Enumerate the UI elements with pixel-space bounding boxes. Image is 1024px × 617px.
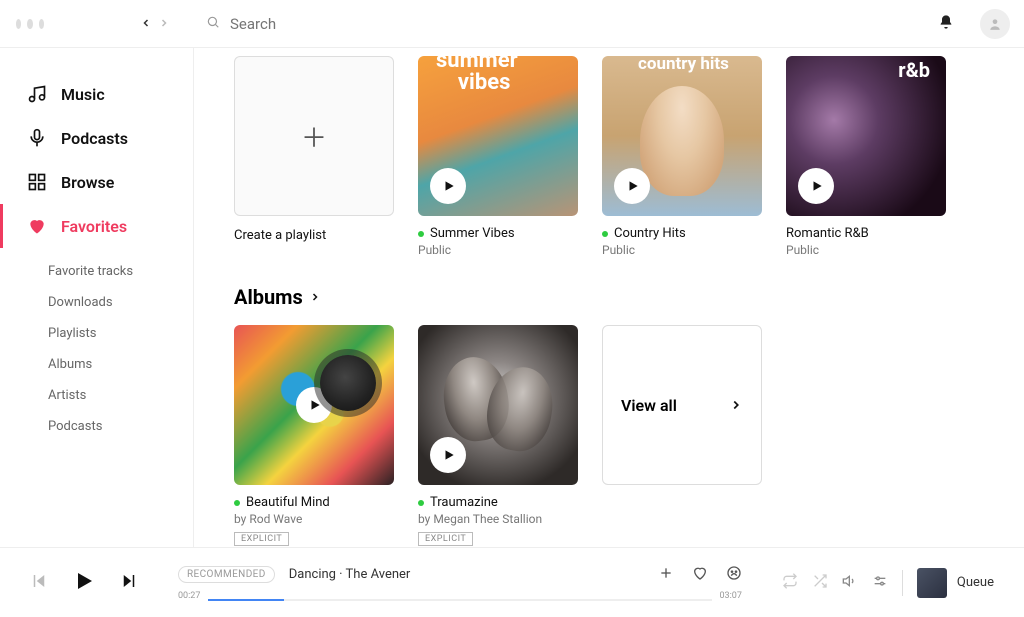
nav-favorites[interactable]: Favorites <box>0 204 193 248</box>
view-all-label: View all <box>621 396 677 415</box>
playlist-title: Romantic R&B <box>786 226 869 241</box>
search-icon <box>206 14 220 33</box>
nav-podcasts[interactable]: Podcasts <box>0 116 193 160</box>
separator <box>902 570 903 596</box>
user-avatar[interactable] <box>980 9 1010 39</box>
next-track-button[interactable] <box>120 572 138 594</box>
online-dot-icon <box>602 231 608 237</box>
create-playlist-card[interactable]: ＋ Create a playlist <box>234 56 394 257</box>
online-dot-icon <box>418 500 424 506</box>
nav-music-label: Music <box>61 85 105 104</box>
play-button[interactable] <box>296 387 332 423</box>
content: ＋ Create a playlist Summer Vibes Public … <box>194 48 1024 547</box>
sub-favorite-tracks[interactable]: Favorite tracks <box>48 256 193 287</box>
play-button[interactable] <box>430 168 466 204</box>
playlist-subtitle: Public <box>602 243 762 257</box>
play-pause-button[interactable] <box>72 569 96 597</box>
album-artist: by Rod Wave <box>234 512 394 526</box>
playlist-art <box>602 56 762 216</box>
sub-artists[interactable]: Artists <box>48 380 193 411</box>
shuffle-button[interactable] <box>812 573 828 593</box>
dislike-track-button[interactable] <box>726 565 742 585</box>
sub-playlists[interactable]: Playlists <box>48 318 193 349</box>
album-title: Traumazine <box>430 495 498 510</box>
queue-button[interactable]: Queue <box>917 568 994 598</box>
play-button[interactable] <box>614 168 650 204</box>
nav-music[interactable]: Music <box>0 72 193 116</box>
create-playlist-label: Create a playlist <box>234 228 326 243</box>
album-card[interactable]: Beautiful Mind by Rod Wave EXPLICIT <box>234 325 394 546</box>
chevron-right-icon <box>729 398 743 412</box>
topbar <box>0 0 1024 48</box>
playlist-card[interactable]: Summer Vibes Public <box>418 56 578 257</box>
player-bar: RECOMMENDED Dancing · The Avener 00:27 0… <box>0 547 1024 617</box>
album-artist: by Megan Thee Stallion <box>418 512 578 526</box>
repeat-button[interactable] <box>782 573 798 593</box>
nav-browse-label: Browse <box>61 173 114 192</box>
nav-favorites-label: Favorites <box>61 217 127 236</box>
sidebar: Music Podcasts Browse Favorites Favorite… <box>0 48 194 547</box>
seek-bar[interactable] <box>208 599 711 601</box>
explicit-badge: EXPLICIT <box>418 532 473 546</box>
play-button[interactable] <box>430 437 466 473</box>
search-wrapper[interactable] <box>190 14 926 33</box>
volume-button[interactable] <box>842 573 858 593</box>
like-track-button[interactable] <box>692 565 708 585</box>
playlist-art <box>418 56 578 216</box>
playlist-card[interactable]: Country Hits Public <box>602 56 762 257</box>
albums-header-label: Albums <box>234 285 303 309</box>
favorites-sublist: Favorite tracks Downloads Playlists Albu… <box>0 248 193 442</box>
albums-row: Beautiful Mind by Rod Wave EXPLICIT Trau… <box>234 325 984 546</box>
sub-podcasts[interactable]: Podcasts <box>48 411 193 442</box>
recommended-badge: RECOMMENDED <box>178 566 275 583</box>
album-title: Beautiful Mind <box>246 495 330 510</box>
album-art <box>234 325 394 485</box>
playlist-card[interactable]: Romantic R&B Public <box>786 56 946 257</box>
settings-button[interactable] <box>872 573 888 593</box>
playlist-subtitle: Public <box>418 243 578 257</box>
albums-header[interactable]: Albums <box>234 285 984 309</box>
nav-podcasts-label: Podcasts <box>61 129 128 148</box>
notifications-icon[interactable] <box>926 14 966 34</box>
time-total: 03:07 <box>720 591 742 601</box>
sub-downloads[interactable]: Downloads <box>48 287 193 318</box>
playlist-title: Summer Vibes <box>430 226 515 241</box>
album-art <box>418 325 578 485</box>
playlist-title: Country Hits <box>614 226 686 241</box>
explicit-badge: EXPLICIT <box>234 532 289 546</box>
nav-back-button[interactable] <box>140 14 152 33</box>
queue-thumb <box>917 568 947 598</box>
nav-browse[interactable]: Browse <box>0 160 193 204</box>
queue-label: Queue <box>957 575 994 590</box>
play-button[interactable] <box>798 168 834 204</box>
album-card[interactable]: Traumazine by Megan Thee Stallion EXPLIC… <box>418 325 578 546</box>
playlists-row: ＋ Create a playlist Summer Vibes Public … <box>234 56 984 257</box>
add-track-button[interactable] <box>658 565 674 585</box>
view-all-card[interactable]: View all <box>602 325 762 485</box>
track-title: Dancing · The Avener <box>289 567 411 582</box>
chevron-right-icon <box>309 291 321 303</box>
playlist-art <box>786 56 946 216</box>
playlist-subtitle: Public <box>786 243 946 257</box>
nav-forward-button[interactable] <box>158 14 170 33</box>
track-info: RECOMMENDED Dancing · The Avener 00:27 0… <box>138 565 782 601</box>
prev-track-button[interactable] <box>30 572 48 594</box>
time-elapsed: 00:27 <box>178 591 200 601</box>
online-dot-icon <box>234 500 240 506</box>
plus-icon: ＋ <box>234 56 394 216</box>
window-controls <box>0 19 60 29</box>
search-input[interactable] <box>230 15 910 33</box>
sub-albums[interactable]: Albums <box>48 349 193 380</box>
online-dot-icon <box>418 231 424 237</box>
